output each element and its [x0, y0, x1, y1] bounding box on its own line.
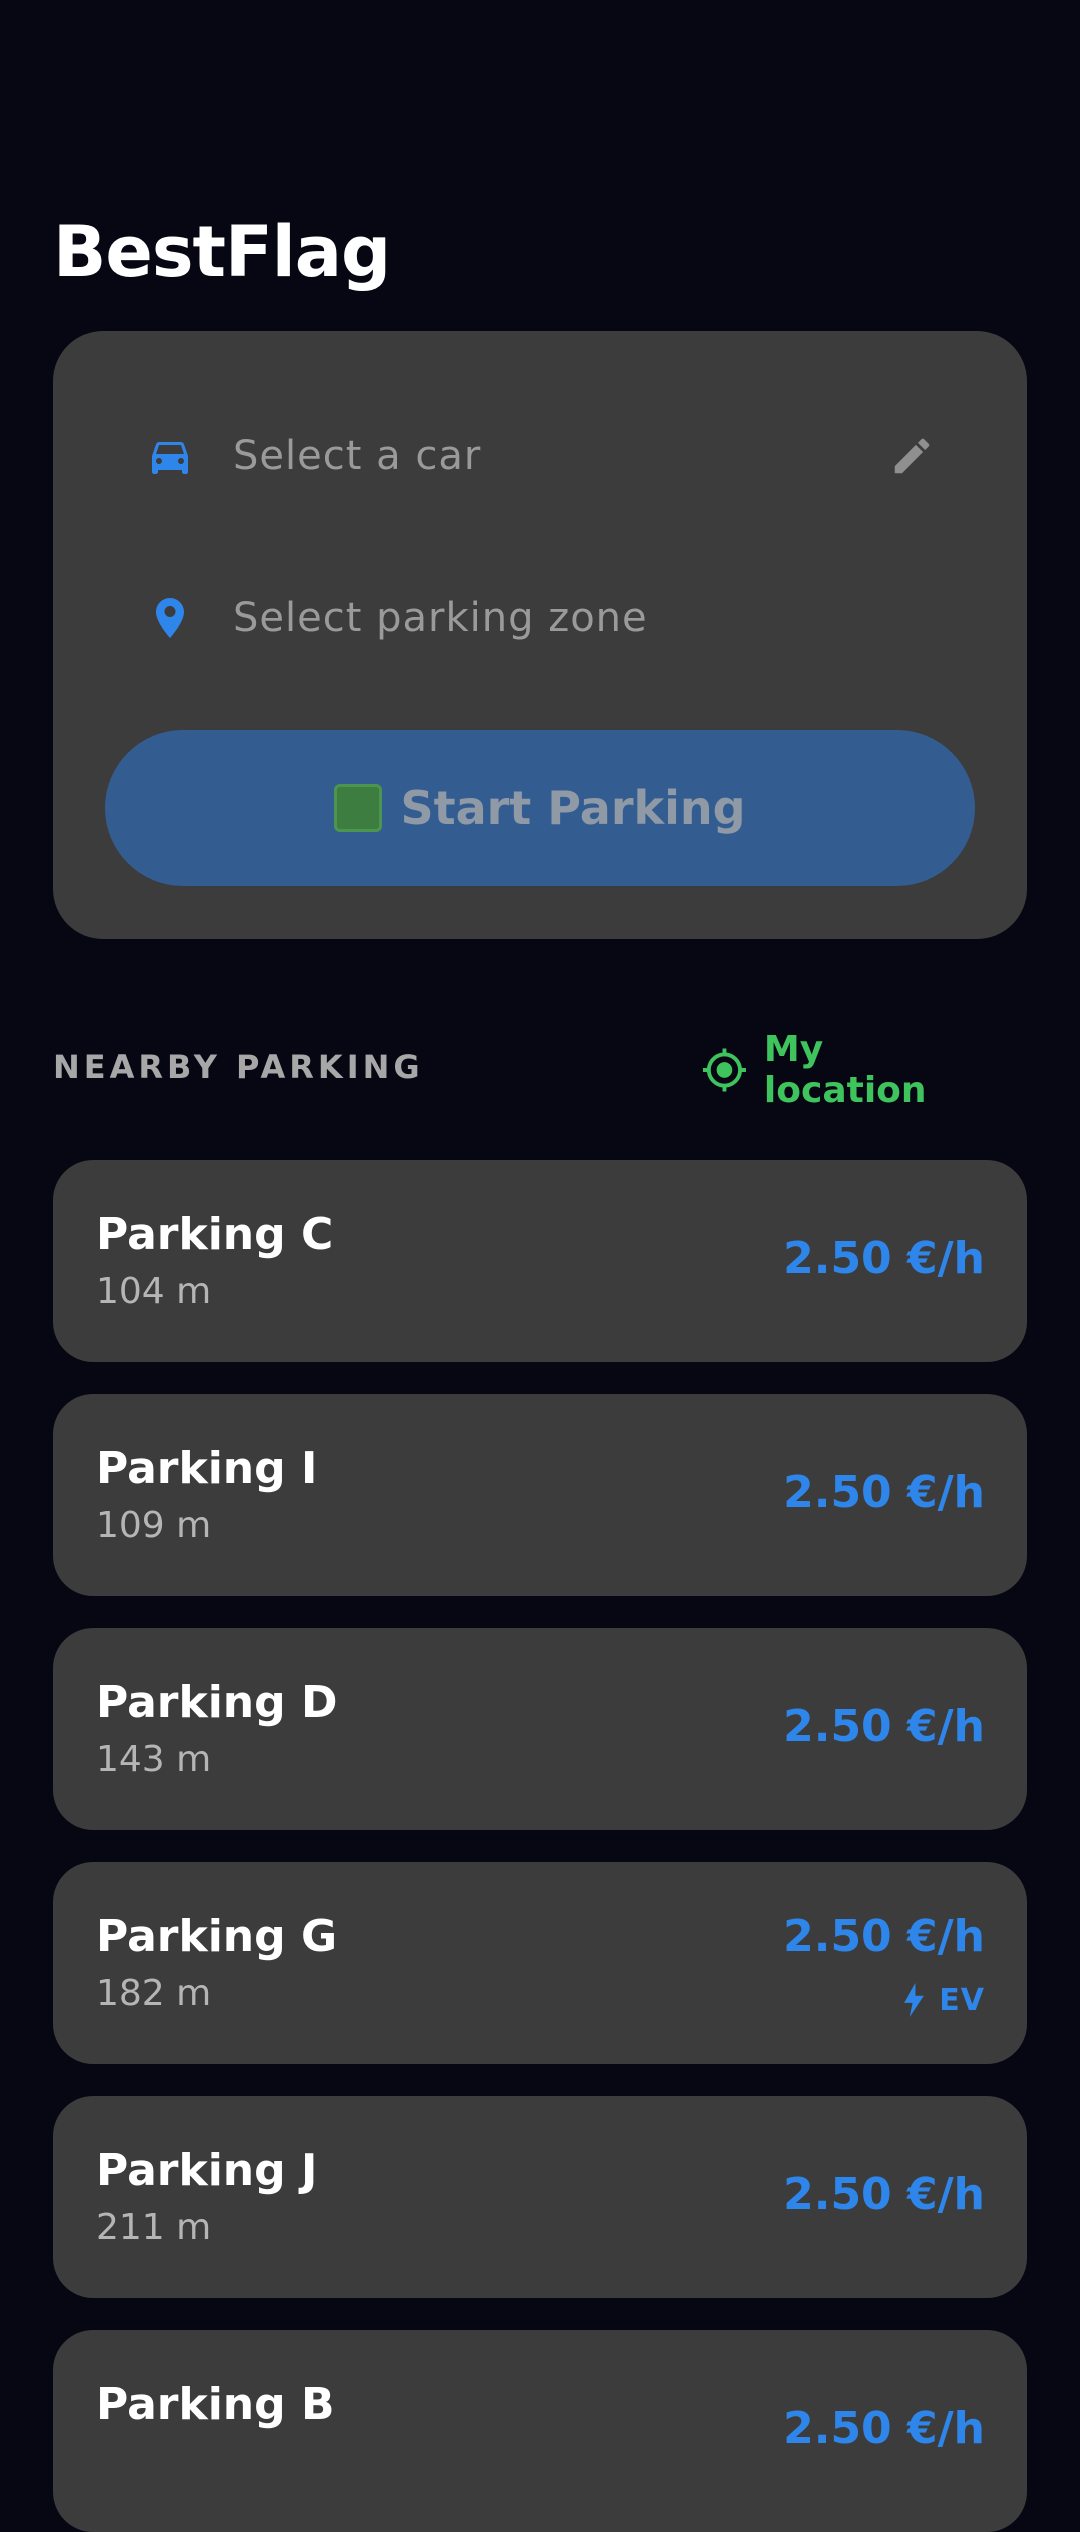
parking-name: Parking D	[96, 1677, 338, 1728]
app-title: BestFlag	[53, 211, 391, 293]
select-zone-text: Select parking zone	[233, 595, 648, 641]
select-car-row[interactable]: Select a car	[53, 401, 1027, 511]
booking-card: Select a car Select parking zone Start P…	[53, 331, 1027, 939]
parking-card[interactable]: Parking G 182 m 2.50 €/h EV	[53, 1862, 1027, 2064]
select-zone-row[interactable]: Select parking zone	[53, 563, 1027, 673]
parking-name: Parking J	[96, 2145, 318, 2196]
parking-name: Parking I	[96, 1443, 318, 1494]
ev-badge: EV	[903, 1980, 985, 2020]
parking-distance: 109 m	[96, 1505, 212, 1546]
parking-card[interactable]: Parking C 104 m 2.50 €/h	[53, 1160, 1027, 1362]
start-parking-label: Start Parking	[400, 781, 746, 835]
parking-distance: 104 m	[96, 1271, 212, 1312]
parking-price: 2.50 €/h	[783, 1467, 985, 1518]
parking-distance: 182 m	[96, 1973, 212, 2014]
parking-distance: 211 m	[96, 2207, 212, 2248]
parking-price: 2.50 €/h	[783, 1701, 985, 1752]
parking-distance: 143 m	[96, 1739, 212, 1780]
crosshair-icon	[702, 1048, 746, 1092]
parking-name: Parking C	[96, 1209, 334, 1260]
my-location-label: My location	[763, 1029, 927, 1111]
parking-name: Parking G	[96, 1911, 338, 1962]
parking-price: 2.50 €/h	[783, 1911, 985, 1962]
parking-card[interactable]: Parking D 143 m 2.50 €/h	[53, 1628, 1027, 1830]
location-pin-icon	[145, 593, 195, 643]
nearby-parking-header: NEARBY PARKING My location	[53, 1029, 993, 1111]
pencil-icon[interactable]	[888, 432, 936, 480]
parking-card[interactable]: Parking J 211 m 2.50 €/h	[53, 2096, 1027, 2298]
car-icon	[145, 431, 195, 481]
select-car-text: Select a car	[233, 433, 482, 479]
lightning-bolt-icon	[904, 1983, 925, 2017]
parking-price: 2.50 €/h	[783, 2403, 985, 2454]
stop-square-icon	[334, 784, 383, 832]
my-location-button[interactable]: My location	[701, 1029, 993, 1111]
parking-price: 2.50 €/h	[783, 2169, 985, 2220]
start-parking-button[interactable]: Start Parking	[105, 730, 975, 886]
parking-price: 2.50 €/h	[783, 1233, 985, 1284]
ev-label: EV	[939, 1982, 985, 2018]
nearby-parking-title: NEARBY PARKING	[53, 1048, 424, 1086]
parking-card[interactable]: Parking I 109 m 2.50 €/h	[53, 1394, 1027, 1596]
parking-card[interactable]: Parking B 2.50 €/h	[53, 2330, 1027, 2532]
